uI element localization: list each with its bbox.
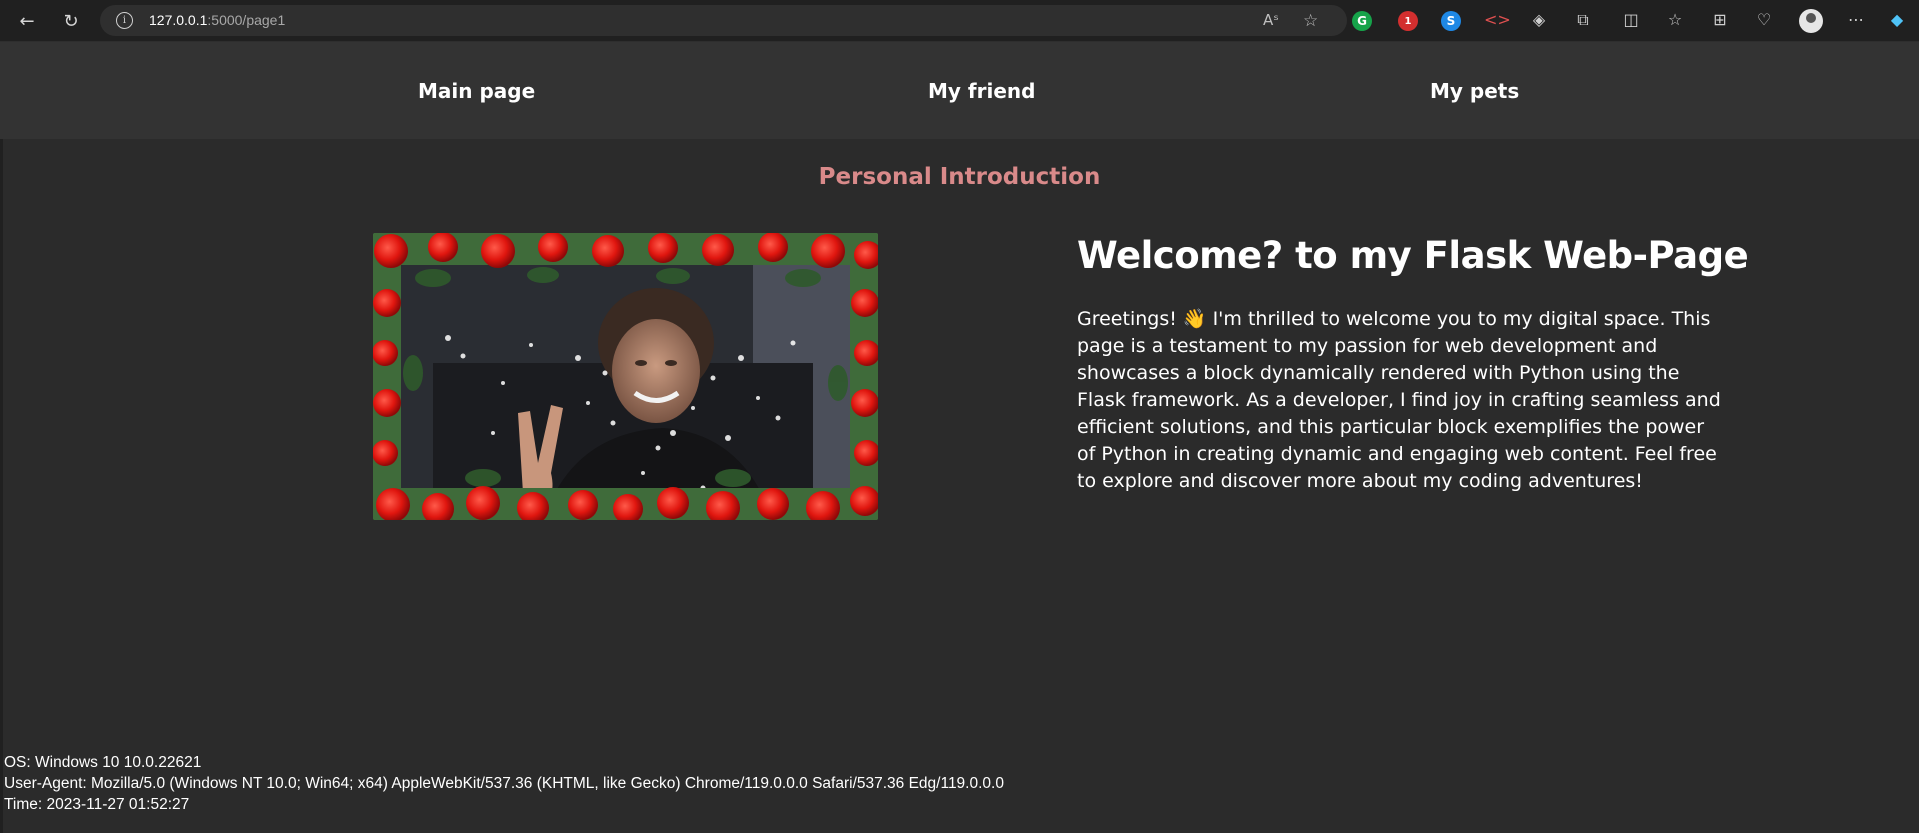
extension-badge: 1 — [1404, 15, 1412, 27]
site-navbar: Main page My friend My pets — [0, 42, 1919, 139]
browser-essentials-icon[interactable]: ♡ — [1753, 10, 1775, 29]
extension-diamond-icon[interactable]: ◈ — [1528, 10, 1550, 29]
copilot-icon[interactable]: ◆ — [1886, 10, 1908, 29]
devtools-icon[interactable]: <> — [1484, 10, 1511, 29]
favorites-icon[interactable]: ☆ — [1664, 10, 1686, 29]
profile-avatar-icon[interactable] — [1799, 9, 1823, 33]
address-bar[interactable]: i 127.0.0.1:5000/page1 Aˢ ☆ — [100, 5, 1347, 36]
nav-my-friend[interactable]: My friend — [928, 79, 1035, 103]
system-info: OS: Windows 10 10.0.22621 User-Agent: Mo… — [4, 752, 1004, 815]
os-info: OS: Windows 10 10.0.22621 — [4, 754, 202, 771]
read-aloud-icon[interactable]: Aˢ — [1263, 11, 1279, 29]
page-heading: Welcome? to my Flask Web-Page — [1077, 234, 1749, 277]
nav-main-page[interactable]: Main page — [418, 79, 535, 103]
back-icon[interactable]: ← — [14, 8, 40, 34]
profile-photo — [373, 233, 878, 520]
time-info: Time: 2023-11-27 01:52:27 — [4, 796, 190, 813]
window-left-edge — [0, 42, 3, 833]
extensions-puzzle-icon[interactable]: ⧉ — [1572, 10, 1594, 30]
section-title: Personal Introduction — [818, 164, 1101, 190]
user-agent-info: User-Agent: Mozilla/5.0 (Windows NT 10.0… — [4, 775, 1004, 792]
refresh-icon[interactable]: ↻ — [58, 8, 84, 34]
url-text[interactable]: 127.0.0.1:5000/page1 — [149, 12, 285, 28]
url-host: 127.0.0.1 — [149, 12, 208, 28]
collections-icon[interactable]: ⊞ — [1709, 10, 1731, 29]
favorite-star-icon[interactable]: ☆ — [1303, 11, 1318, 31]
browser-toolbar: ← ↻ i 127.0.0.1:5000/page1 Aˢ ☆ G 1 S <>… — [0, 0, 1919, 42]
nav-my-pets[interactable]: My pets — [1430, 79, 1519, 103]
intro-paragraph: Greetings! 👋 I'm thrilled to welcome you… — [1077, 308, 1721, 492]
url-path: :5000/page1 — [207, 12, 286, 28]
adblock-icon[interactable]: 1 — [1398, 11, 1418, 31]
grammarly-icon[interactable]: G — [1352, 11, 1372, 31]
info-icon[interactable]: i — [116, 12, 133, 29]
more-menu-icon[interactable]: ⋯ — [1845, 10, 1867, 29]
shazam-icon[interactable]: S — [1441, 11, 1461, 31]
split-screen-icon[interactable]: ◫ — [1620, 10, 1642, 29]
